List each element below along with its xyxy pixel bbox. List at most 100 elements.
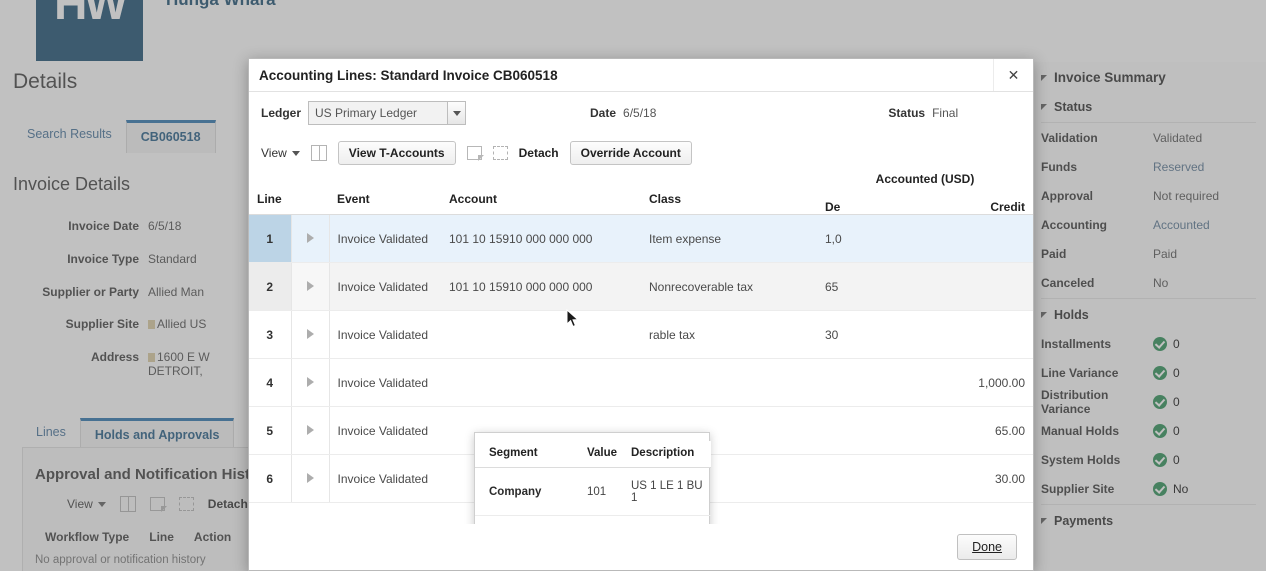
holds-section-header[interactable]: Holds (1031, 299, 1266, 329)
column-event[interactable]: Event (329, 172, 441, 215)
cell-expand[interactable] (291, 263, 329, 311)
ledger-label: Ledger (261, 106, 301, 120)
cell-account[interactable] (441, 359, 641, 407)
row-value: Paid (1153, 247, 1177, 261)
row-value-group: 0 (1153, 366, 1180, 380)
cell-class (641, 359, 817, 407)
cell-class: Item expense (641, 215, 817, 263)
override-account-button[interactable]: Override Account (570, 141, 692, 165)
app-root: HW Hunga Whara Details Search Results CB… (0, 0, 1266, 571)
row-value-group: No (1153, 482, 1188, 496)
cell-debit: 65 (817, 263, 927, 311)
dialog-footer: Done (249, 524, 1033, 570)
invoice-summary-header[interactable]: Invoice Summary (1031, 62, 1266, 91)
cell-account[interactable]: 101 10 15910 000 000 000 (441, 215, 641, 263)
chevron-right-icon[interactable] (307, 281, 314, 291)
cell-expand[interactable] (291, 215, 329, 263)
tooltip-description: US 1 LE 1 BU 1 (627, 468, 711, 516)
tab-cb060518[interactable]: CB060518 (126, 120, 216, 153)
cell-account[interactable] (441, 311, 641, 359)
payments-section-header[interactable]: Payments (1031, 505, 1266, 535)
table-row[interactable]: 1 Invoice Validated 101 10 15910 000 000… (249, 215, 1033, 263)
tooltip-value: 10 (583, 516, 627, 525)
filter-icon[interactable] (467, 146, 482, 160)
date-value: 6/5/18 (623, 106, 656, 120)
freeze-icon[interactable] (311, 145, 327, 161)
cell-credit: 1,000.00 (927, 359, 1033, 407)
row-value: 0 (1173, 424, 1180, 438)
chevron-down-icon[interactable] (447, 102, 465, 124)
field-label: Supplier Site (13, 317, 148, 331)
check-circle-icon (1153, 424, 1167, 438)
account-segments-tooltip: Segment Value Description Company 101 US… (474, 432, 710, 524)
column-credit[interactable]: Credit (990, 200, 1025, 214)
column-line[interactable]: Line (249, 172, 291, 215)
cell-expand[interactable] (291, 359, 329, 407)
tab-lines[interactable]: Lines (22, 418, 80, 448)
row-key: Canceled (1041, 276, 1153, 290)
tooltip-value: 101 (583, 468, 627, 516)
cell-expand[interactable] (291, 311, 329, 359)
column-debit[interactable]: De (825, 200, 840, 214)
view-menu[interactable]: View (67, 497, 106, 511)
cell-expand[interactable] (291, 455, 329, 503)
cell-event: Invoice Validated (329, 311, 441, 359)
row-key: Manual Holds (1041, 424, 1153, 438)
cell-event: Invoice Validated (329, 215, 441, 263)
table-row[interactable]: 4 Invoice Validated 1,000.00 (249, 359, 1033, 407)
row-key: Funds (1041, 160, 1153, 174)
table-row[interactable]: 2 Invoice Validated 101 10 15910 000 000… (249, 263, 1033, 311)
row-value[interactable]: Reserved (1153, 160, 1204, 174)
ledger-select[interactable]: US Primary Ledger (308, 101, 466, 125)
field-value-group: 1600 E W DETROIT, (148, 350, 210, 378)
cell-line: 5 (249, 407, 291, 455)
cell-account[interactable]: 101 10 15910 000 000 000 (441, 263, 641, 311)
column-account[interactable]: Account (441, 172, 641, 215)
row-value[interactable]: Accounted (1153, 218, 1210, 232)
cell-expand[interactable] (291, 407, 329, 455)
collapse-triangle-icon (1041, 104, 1047, 110)
collapse-triangle-icon (1041, 312, 1047, 318)
row-key: Distribution Variance (1041, 388, 1153, 416)
tab-search-results[interactable]: Search Results (13, 120, 126, 150)
chevron-right-icon[interactable] (307, 329, 314, 339)
approval-history-title: Approval and Notification Histo (35, 466, 259, 483)
status-section-header[interactable]: Status (1031, 91, 1266, 121)
summary-row-funds: Funds Reserved (1031, 152, 1266, 181)
field-supplier-or-party: Supplier or Party Allied Man (13, 285, 204, 299)
detach-icon[interactable] (493, 146, 508, 160)
cell-credit: 65.00 (927, 407, 1033, 455)
close-icon[interactable]: ✕ (993, 59, 1033, 91)
column-workflow-type: Workflow Type (45, 530, 129, 544)
approval-history-columns: Workflow Type Line Action (45, 530, 231, 544)
row-key: Installments (1041, 337, 1153, 351)
chevron-right-icon[interactable] (307, 473, 314, 483)
field-supplier-site: Supplier Site Allied US (13, 317, 206, 331)
status-label: Status (888, 106, 925, 120)
detach-icon[interactable] (179, 497, 194, 511)
view-menu[interactable]: View (261, 146, 300, 160)
done-button[interactable]: Done (957, 534, 1017, 560)
chevron-right-icon[interactable] (307, 425, 314, 435)
detach-button[interactable]: Detach (208, 497, 248, 511)
row-value: No (1173, 482, 1188, 496)
dialog-field-bar: Ledger US Primary Ledger Date 6/5/18 Sta… (249, 92, 1033, 134)
chevron-right-icon[interactable] (307, 377, 314, 387)
column-class[interactable]: Class (641, 172, 817, 215)
field-value: Allied US (148, 317, 206, 331)
table-row[interactable]: 3 Invoice Validated rable tax 30 (249, 311, 1033, 359)
freeze-icon[interactable] (120, 496, 136, 512)
field-invoice-date: Invoice Date 6/5/18 (13, 219, 181, 233)
accounting-lines-dialog: Accounting Lines: Standard Invoice CB060… (248, 58, 1034, 571)
tooltip-column-segment: Segment (475, 441, 583, 468)
row-value: Validated (1153, 131, 1202, 145)
filter-icon[interactable] (150, 497, 165, 511)
chevron-right-icon[interactable] (307, 233, 314, 243)
detach-button[interactable]: Detach (519, 146, 559, 160)
field-value: Allied Man (148, 285, 204, 299)
cell-debit (817, 407, 927, 455)
view-t-accounts-button[interactable]: View T-Accounts (338, 141, 456, 165)
row-value: Not required (1153, 189, 1219, 203)
row-key: Line Variance (1041, 366, 1153, 380)
row-value: 0 (1173, 453, 1180, 467)
